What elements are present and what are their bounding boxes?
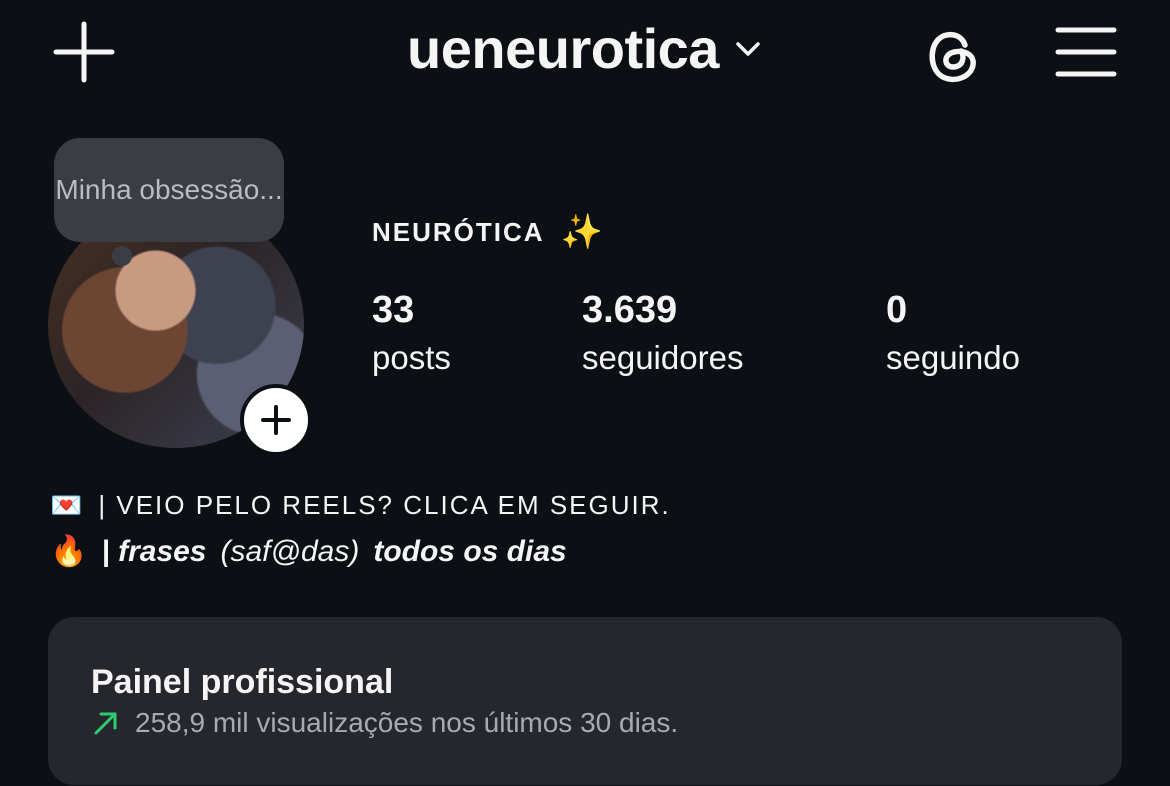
following-label: seguindo bbox=[886, 339, 1020, 376]
display-name-row: NEURÓTICA ✨ bbox=[372, 212, 605, 252]
note-bubble[interactable]: Minha obsessão... bbox=[54, 138, 284, 242]
love-letter-emoji: 💌 bbox=[50, 490, 85, 520]
following-count: 0 bbox=[886, 289, 908, 331]
chevron-down-icon bbox=[736, 41, 760, 56]
threads-button[interactable] bbox=[918, 20, 988, 90]
fire-emoji: 🔥 bbox=[50, 535, 88, 568]
followers-stat[interactable]: 3.639 seguidores bbox=[582, 288, 842, 380]
followers-count: 3.639 bbox=[582, 289, 678, 331]
display-name: NEURÓTICA bbox=[372, 216, 545, 247]
note-bubble-tail bbox=[112, 246, 132, 266]
bio-line-2-prefix: | frases bbox=[101, 534, 207, 568]
profile-avatar-area: Minha obsessão... bbox=[48, 136, 312, 456]
bio-line-1-text: | VEIO PELO REELS? CLICA EM SEGUIR. bbox=[98, 490, 671, 520]
bio-line-2-suffix: todos os dias bbox=[373, 534, 567, 568]
followers-label: seguidores bbox=[582, 339, 744, 376]
bio-line-2: 🔥 | frases (saf@das) todos os dias bbox=[50, 534, 567, 569]
threads-icon bbox=[929, 31, 976, 83]
menu-button[interactable] bbox=[1052, 22, 1120, 82]
arrow-up-right-icon bbox=[94, 712, 117, 735]
following-stat[interactable]: 0 seguindo bbox=[886, 288, 1146, 380]
plus-icon bbox=[261, 405, 291, 435]
professional-dashboard-subtitle-row: 258,9 mil visualizações nos últimos 30 d… bbox=[91, 707, 678, 739]
sparkles-emoji: ✨ bbox=[560, 213, 605, 251]
note-text: Minha obsessão... bbox=[55, 174, 283, 205]
hamburger-menu-icon bbox=[1055, 27, 1117, 77]
professional-dashboard-card[interactable]: Painel profissional 258,9 mil visualizaç… bbox=[48, 617, 1122, 785]
bio-line-2-paren: (saf@das) bbox=[220, 534, 360, 568]
professional-dashboard-subtitle: 258,9 mil visualizações nos últimos 30 d… bbox=[135, 707, 679, 738]
add-story-button[interactable] bbox=[240, 384, 312, 456]
account-switcher[interactable]: ueneurotica bbox=[0, 16, 1170, 81]
top-navigation-bar: ueneurotica bbox=[0, 0, 1170, 110]
username: ueneurotica bbox=[407, 17, 719, 80]
bio-line-1: 💌 | VEIO PELO REELS? CLICA EM SEGUIR. bbox=[50, 490, 671, 521]
professional-dashboard-title: Painel profissional bbox=[91, 663, 394, 701]
